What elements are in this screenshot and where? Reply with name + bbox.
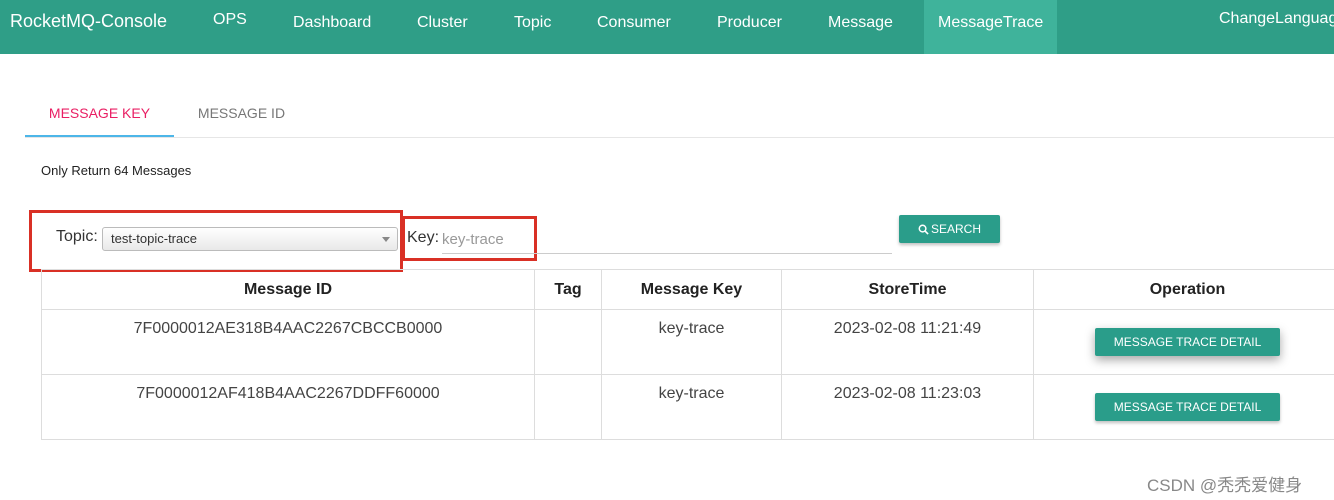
topic-select[interactable]: test-topic-trace <box>102 227 398 251</box>
message-trace-detail-button[interactable]: MESSAGE TRACE DETAIL <box>1095 328 1280 356</box>
table-row: 7F0000012AE318B4AAC2267CBCCB0000 key-tra… <box>41 309 1334 375</box>
cell-operation: MESSAGE TRACE DETAIL <box>1033 309 1334 375</box>
nav-item-messagetrace[interactable]: MessageTrace <box>924 0 1058 54</box>
watermark-text: CSDN @秃秃爱健身 <box>1147 476 1303 495</box>
tab-message-key[interactable]: MESSAGE KEY <box>25 92 174 137</box>
nav-item-consumer[interactable]: Consumer <box>597 0 671 54</box>
search-button-label: SEARCH <box>930 222 981 236</box>
cell-operation: MESSAGE TRACE DETAIL <box>1033 374 1334 440</box>
cell-message-key: key-trace <box>601 374 782 440</box>
nav-item-cluster[interactable]: Cluster <box>417 0 468 54</box>
nav-item-ops[interactable]: OPS <box>213 0 247 51</box>
header-operation: Operation <box>1033 269 1334 310</box>
table-row: 7F0000012AF418B4AAC2267DDFF60000 key-tra… <box>41 374 1334 440</box>
topic-label: Topic: <box>56 228 98 245</box>
header-message-key: Message Key <box>601 269 782 310</box>
nav-item-producer[interactable]: Producer <box>717 0 782 54</box>
nav-item-message[interactable]: Message <box>828 0 893 54</box>
chevron-down-icon <box>382 237 390 242</box>
key-input[interactable] <box>442 226 892 254</box>
nav-item-topic[interactable]: Topic <box>514 0 551 54</box>
search-icon <box>918 224 929 235</box>
results-table-container: Message ID Tag Message Key StoreTime Ope… <box>41 269 1334 440</box>
table-header-row: Message ID Tag Message Key StoreTime Ope… <box>41 269 1334 310</box>
top-navbar: RocketMQ-Console OPS Dashboard Cluster T… <box>0 0 1334 54</box>
cell-store-time: 2023-02-08 11:23:03 <box>781 374 1034 440</box>
cell-store-time: 2023-02-08 11:21:49 <box>781 309 1034 375</box>
header-tag: Tag <box>534 269 602 310</box>
cell-tag <box>534 309 602 375</box>
tab-message-id[interactable]: MESSAGE ID <box>174 92 309 137</box>
header-message-id: Message ID <box>41 269 535 310</box>
results-table: Message ID Tag Message Key StoreTime Ope… <box>41 269 1334 440</box>
message-trace-detail-button[interactable]: MESSAGE TRACE DETAIL <box>1095 393 1280 421</box>
cell-message-id: 7F0000012AE318B4AAC2267CBCCB0000 <box>41 309 535 375</box>
result-limit-note: Only Return 64 Messages <box>41 163 192 178</box>
search-button[interactable]: SEARCH <box>899 215 1000 243</box>
search-mode-tabs: MESSAGE KEY MESSAGE ID <box>25 92 1334 138</box>
topic-select-value: test-topic-trace <box>111 231 197 246</box>
cell-tag <box>534 374 602 440</box>
header-store-time: StoreTime <box>781 269 1034 310</box>
nav-item-dashboard[interactable]: Dashboard <box>293 0 371 54</box>
brand-title[interactable]: RocketMQ-Console <box>10 11 167 32</box>
cell-message-key: key-trace <box>601 309 782 375</box>
change-language-menu[interactable]: ChangeLanguage <box>1219 0 1334 50</box>
cell-message-id: 7F0000012AF418B4AAC2267DDFF60000 <box>41 374 535 440</box>
key-label: Key: <box>407 229 440 246</box>
